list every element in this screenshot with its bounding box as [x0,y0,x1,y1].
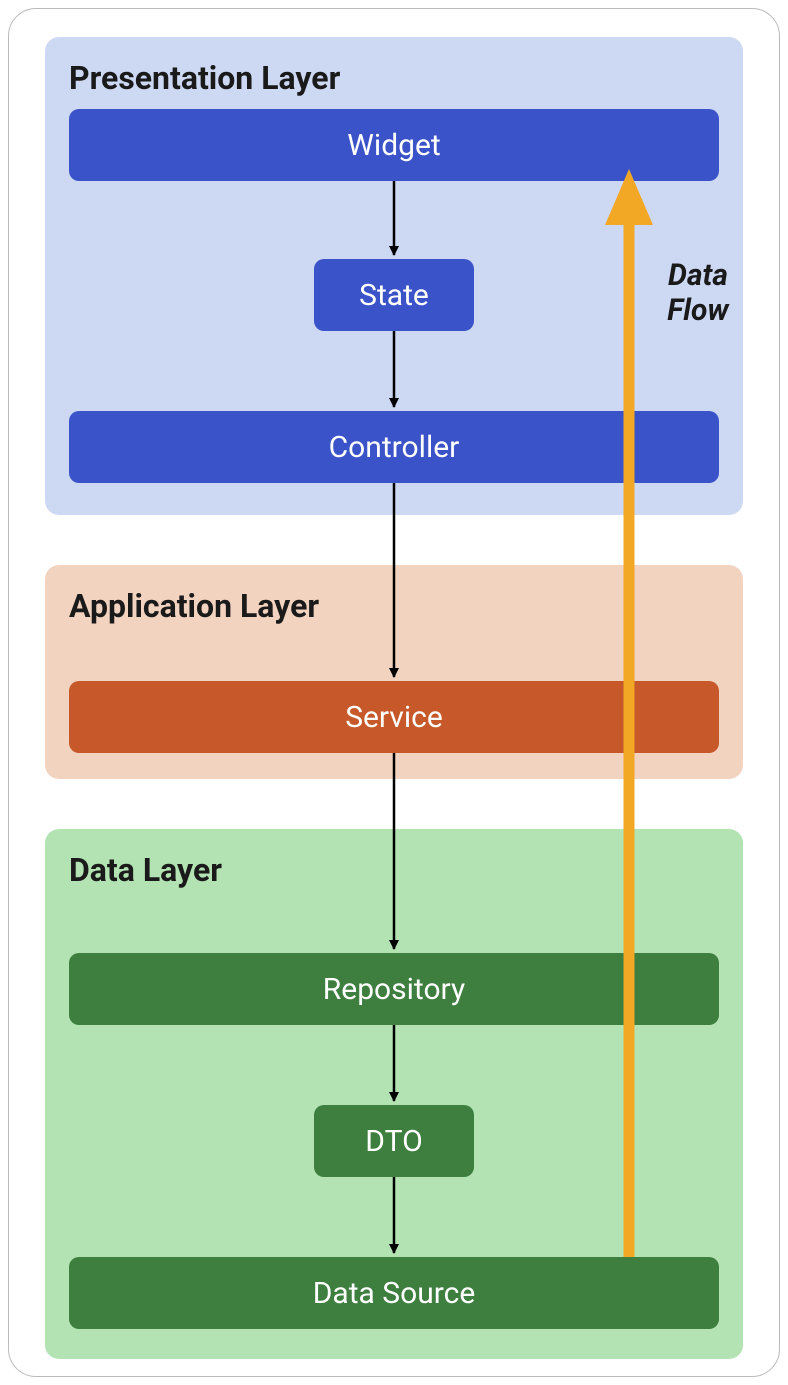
data-flow-label: Data Flow [653,259,743,328]
diagram-frame: Presentation Layer Widget State Controll… [8,8,780,1377]
data-flow-label-text: Data Flow [653,259,743,328]
data-flow-arrow [9,9,779,1376]
